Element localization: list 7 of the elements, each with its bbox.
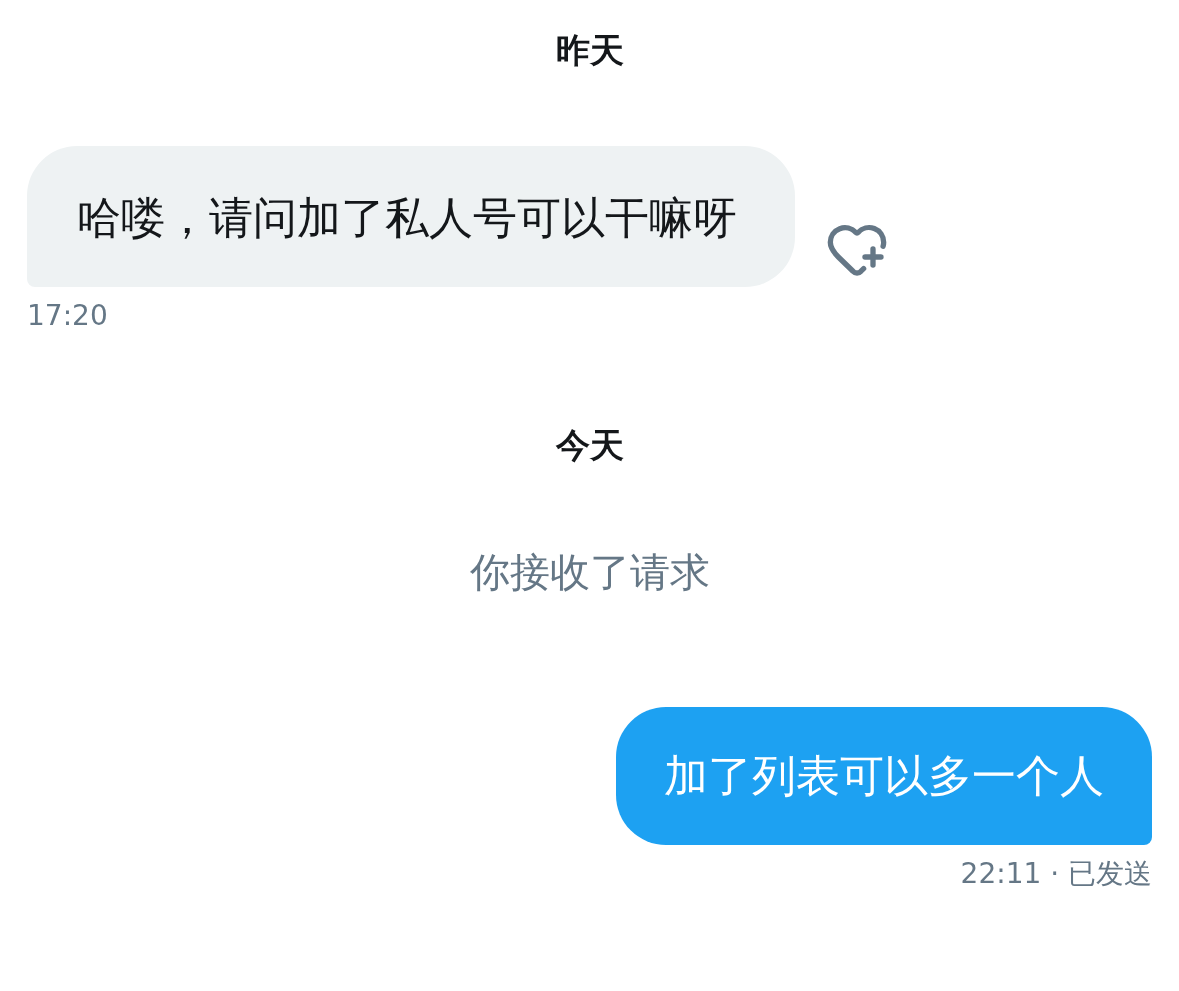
incoming-message-bubble: 哈喽，请问加了私人号可以干嘛呀: [27, 146, 795, 287]
outgoing-message-bubble: 加了列表可以多一个人: [616, 707, 1152, 845]
message-status: 22:11 · 已发送: [960, 857, 1152, 891]
date-header: 昨天: [555, 30, 624, 70]
message-time: 17:20: [27, 299, 108, 333]
system-notice: 你接收了请求: [469, 548, 710, 597]
date-header: 今天: [555, 425, 624, 465]
